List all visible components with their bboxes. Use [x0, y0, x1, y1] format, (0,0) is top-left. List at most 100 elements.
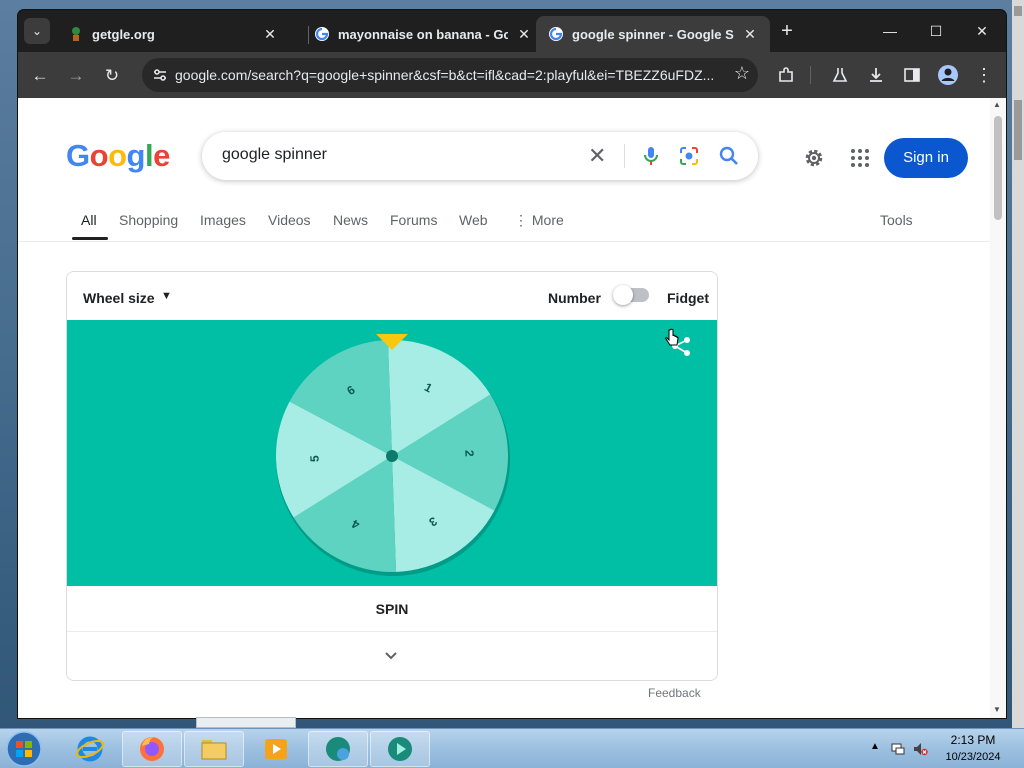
tab-mayonnaise[interactable]: mayonnaise on banana - Goog ✕ — [302, 16, 544, 52]
logo-letter: o — [89, 138, 109, 173]
wheel-segment-label: 5 — [308, 455, 322, 462]
google-lens-icon[interactable] — [678, 145, 700, 167]
tab-strip: ⌄ getgle.org ✕ mayonnaise on banana - Go… — [18, 10, 1006, 52]
clock-date[interactable]: 10/23/2024 — [930, 751, 1016, 763]
volume-muted-icon[interactable] — [912, 741, 928, 757]
spinner-header: Wheel size ▼ Number Fidget — [67, 272, 717, 320]
tab-all[interactable]: All — [81, 212, 97, 228]
tab-title: google spinner - Google Searc — [572, 26, 734, 42]
taskbar-ie[interactable] — [60, 731, 120, 767]
wheel-size-dropdown[interactable]: Wheel size — [83, 290, 155, 306]
page-scrollbar[interactable]: ▲ ▼ — [990, 98, 1006, 718]
google-favicon-icon — [315, 27, 329, 41]
logo-letter: g — [126, 138, 146, 173]
spinner-wheel[interactable]: 123456 — [276, 340, 510, 576]
close-tab-icon[interactable]: ✕ — [262, 26, 278, 43]
chevron-down-icon[interactable] — [381, 646, 401, 666]
spin-label: SPIN — [375, 601, 409, 617]
forward-button[interactable]: → — [62, 62, 90, 90]
clear-search-icon[interactable]: ✕ — [588, 143, 606, 169]
spin-button[interactable]: SPIN — [67, 586, 717, 632]
search-divider — [624, 144, 625, 168]
app-globe-icon — [326, 737, 350, 761]
close-tab-icon[interactable]: ✕ — [742, 26, 758, 43]
tab-web[interactable]: Web — [459, 212, 488, 228]
search-icon[interactable] — [718, 145, 740, 167]
sign-in-button[interactable]: Sign in — [884, 138, 968, 178]
number-mode-label[interactable]: Number — [548, 290, 601, 306]
firefox-icon — [140, 736, 164, 761]
maximize-button[interactable]: ☐ — [914, 18, 958, 44]
internet-explorer-icon — [76, 736, 104, 762]
toolbar-separator — [810, 66, 811, 84]
spinner-stage: 123456 — [67, 320, 717, 586]
search-box[interactable]: google spinner ✕ — [202, 132, 758, 180]
folder-icon — [201, 740, 227, 760]
logo-letter: o — [108, 138, 127, 173]
more-vert-icon: ⋮ — [514, 212, 528, 228]
taskbar-file-explorer[interactable] — [184, 731, 244, 767]
side-panel-icon[interactable] — [900, 63, 924, 87]
google-logo[interactable]: Google — [66, 138, 170, 174]
profile-avatar-icon[interactable] — [936, 63, 960, 87]
taskbar: ▲ 2:13 PM 10/23/2024 — [0, 728, 1024, 768]
windows-start-icon[interactable] — [4, 730, 44, 768]
settings-gear-icon[interactable] — [802, 146, 826, 170]
scroll-up-arrow-icon[interactable]: ▲ — [993, 100, 1001, 109]
menu-kebab-icon[interactable]: ⋮ — [972, 63, 996, 87]
taskbar-app-b[interactable] — [370, 731, 430, 767]
tab-title: mayonnaise on banana - Goog — [338, 26, 508, 42]
show-hidden-icons-icon[interactable]: ▲ — [870, 741, 886, 757]
url-text: google.com/search?q=google+spinner&csf=b… — [175, 67, 715, 83]
tab-getgle[interactable]: getgle.org ✕ — [56, 16, 290, 52]
network-icon[interactable] — [890, 741, 906, 757]
toggle-knob — [613, 285, 633, 305]
browser-toolbar: ← → ↻ google.com/search?q=google+spinner… — [18, 52, 1006, 98]
back-button[interactable]: ← — [26, 62, 54, 90]
tools-button[interactable]: Tools — [880, 212, 913, 228]
feedback-link[interactable]: Feedback — [648, 686, 701, 700]
clock-time[interactable]: 2:13 PM — [930, 733, 1016, 747]
google-apps-grid-icon[interactable] — [848, 146, 872, 170]
labs-flask-icon[interactable] — [828, 63, 852, 87]
address-bar[interactable]: google.com/search?q=google+spinner&csf=b… — [142, 58, 758, 92]
tab-videos[interactable]: Videos — [268, 212, 311, 228]
reload-button[interactable]: ↻ — [98, 62, 126, 90]
tab-shopping[interactable]: Shopping — [119, 212, 178, 228]
close-tab-icon[interactable]: ✕ — [516, 26, 532, 43]
tab-google-spinner[interactable]: google spinner - Google Searc ✕ — [536, 16, 770, 52]
tab-title: getgle.org — [92, 26, 155, 42]
minimize-button[interactable]: — — [868, 18, 912, 44]
close-window-button[interactable]: ✕ — [960, 18, 1004, 44]
mode-toggle-switch[interactable] — [613, 285, 649, 305]
bookmark-star-icon[interactable]: ☆ — [734, 63, 750, 84]
spinner-widget: Wheel size ▼ Number Fidget 123456 SPIN — [66, 271, 718, 681]
logo-letter: e — [153, 138, 170, 173]
new-tab-button[interactable]: + — [776, 20, 798, 42]
taskbar-firefox[interactable] — [122, 731, 182, 767]
tab-more[interactable]: ⋮ More — [514, 212, 564, 229]
microphone-icon[interactable] — [640, 145, 662, 167]
download-icon[interactable] — [864, 63, 888, 87]
site-settings-icon[interactable] — [152, 67, 168, 83]
fidget-mode-label[interactable]: Fidget — [667, 290, 709, 306]
tab-search-button[interactable]: ⌄ — [24, 18, 50, 44]
page-content: Google google spinner ✕ Sign in All Shop… — [18, 98, 1006, 718]
logo-letter: G — [66, 138, 90, 173]
active-tab-indicator — [72, 237, 108, 240]
tab-forums[interactable]: Forums — [390, 212, 437, 228]
scrollbar-thumb[interactable] — [994, 116, 1002, 220]
tab-images[interactable]: Images — [200, 212, 246, 228]
taskbar-media-player[interactable] — [246, 731, 306, 767]
extensions-icon[interactable] — [774, 63, 798, 87]
scroll-down-arrow-icon[interactable]: ▼ — [993, 705, 1001, 714]
caret-down-icon[interactable]: ▼ — [161, 290, 172, 302]
search-category-tabs: All Shopping Images Videos News Forums W… — [18, 198, 990, 242]
taskbar-app-a[interactable] — [308, 731, 368, 767]
media-player-icon — [265, 739, 287, 759]
search-input[interactable]: google spinner — [222, 146, 327, 164]
tab-more-label: More — [531, 212, 564, 228]
tab-news[interactable]: News — [333, 212, 368, 228]
background-window-edge — [1012, 0, 1024, 728]
plant-favicon-icon — [72, 27, 80, 41]
